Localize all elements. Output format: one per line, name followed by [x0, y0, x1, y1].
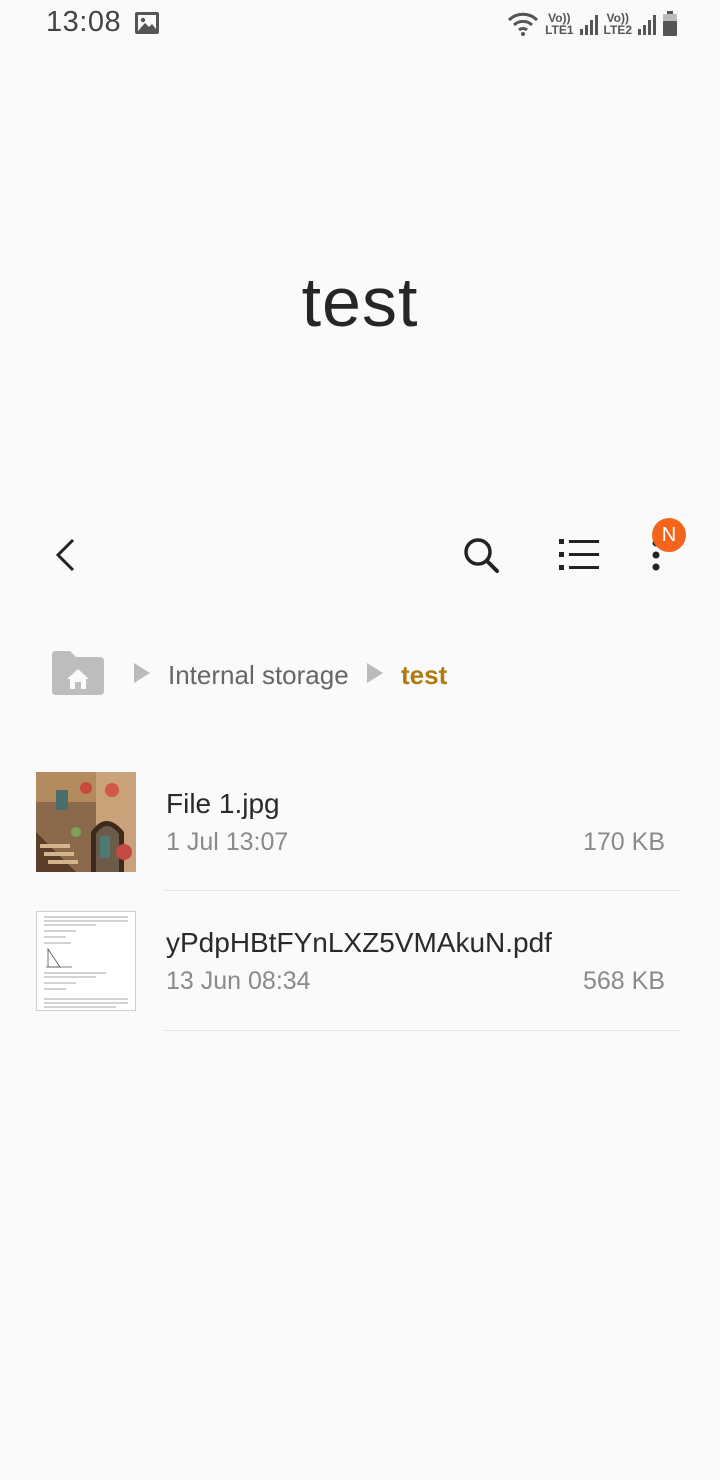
file-name: yPdpHBtFYnLXZ5VMAkuN.pdf	[166, 927, 552, 958]
breadcrumb-separator-icon	[134, 663, 150, 683]
home-folder-icon	[52, 651, 104, 695]
chevron-left-icon	[55, 538, 75, 572]
signal-sim1-icon	[579, 13, 598, 35]
divider	[165, 1030, 680, 1031]
breadcrumb-separator-icon	[367, 663, 383, 683]
status-bar: 13:08 Vo)) LTE1 Vo)) LTE2	[0, 0, 720, 48]
breadcrumb: Internal storage test	[0, 645, 720, 705]
battery-icon	[663, 11, 677, 36]
file-size: 170 KB	[582, 828, 665, 856]
breadcrumb-home[interactable]	[50, 649, 106, 697]
breadcrumb-internal-storage[interactable]: Internal storage	[168, 659, 349, 691]
toolbar: N	[0, 518, 720, 590]
file-date: 13 Jun 08:34	[166, 967, 311, 995]
back-button[interactable]	[40, 520, 90, 590]
sim1-label: Vo)) LTE1	[545, 12, 573, 36]
signal-sim2-icon	[638, 13, 656, 35]
search-icon	[464, 538, 499, 573]
file-name: File 1.jpg	[166, 788, 280, 819]
file-date: 1 Jul 13:07	[166, 828, 289, 856]
status-indicators: Vo)) LTE1 Vo)) LTE2	[507, 8, 678, 40]
page-title: test	[301, 263, 419, 341]
status-time: 13:08	[46, 6, 122, 38]
divider	[165, 890, 680, 891]
wifi-icon	[508, 12, 539, 36]
search-button[interactable]	[456, 520, 506, 590]
notification-badge: N	[652, 518, 686, 552]
gallery-notification-icon	[135, 12, 159, 34]
photo-thumbnail	[36, 772, 136, 872]
list-view-button[interactable]	[552, 520, 606, 590]
file-size: 568 KB	[582, 967, 665, 995]
sim2-network: LTE2	[603, 23, 632, 37]
file-row[interactable]: yPdpHBtFYnLXZ5VMAkuN.pdf 13 Jun 08:34 56…	[0, 911, 720, 1049]
list-view-icon	[559, 539, 599, 570]
breadcrumb-current-folder[interactable]: test	[401, 659, 447, 691]
pdf-thumbnail	[36, 911, 136, 1011]
sim1-network: LTE1	[545, 23, 574, 37]
sim2-label: Vo)) LTE2	[604, 12, 632, 36]
